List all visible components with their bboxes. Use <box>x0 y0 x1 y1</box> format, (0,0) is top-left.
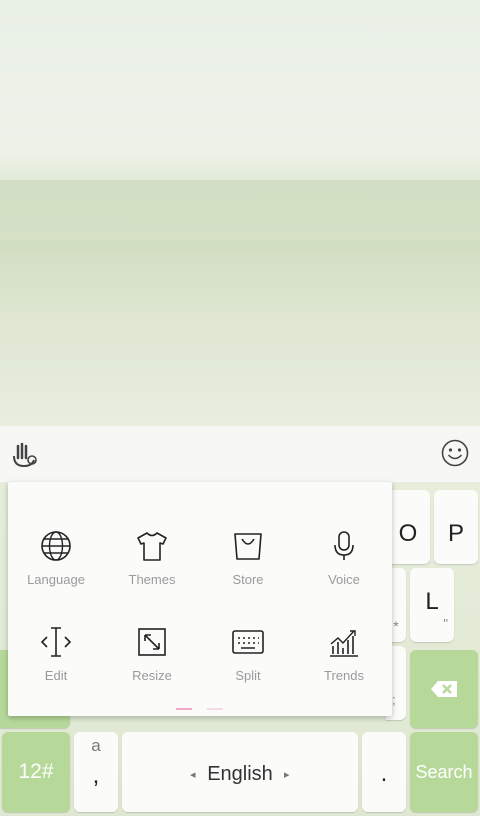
globe-icon <box>41 531 71 561</box>
page-dot-active <box>176 708 192 710</box>
menu-item-themes[interactable]: Themes <box>104 530 200 587</box>
menu-item-resize[interactable]: Resize <box>104 626 200 683</box>
menu-item-split[interactable]: Split <box>200 626 296 683</box>
key-o[interactable]: O <box>386 490 430 564</box>
key-label: L <box>425 588 439 615</box>
key-label: , <box>92 762 100 789</box>
keyboard-toolbar <box>0 426 480 482</box>
page-dot <box>207 708 223 710</box>
symbols-key[interactable]: 12# <box>2 732 70 812</box>
trends-icon <box>330 630 358 657</box>
menu-item-language[interactable]: Language <box>8 530 104 587</box>
menu-item-label: Voice <box>328 572 360 587</box>
tshirt-icon <box>137 532 167 561</box>
menu-item-label: Themes <box>128 572 176 587</box>
menu-item-label: Edit <box>44 668 68 683</box>
chevron-right-icon: ▸ <box>284 769 290 781</box>
backspace-icon <box>431 681 457 697</box>
toolbar-menu-panel: Language Themes Store Voice Edit Resize … <box>8 482 392 716</box>
menu-item-label: Language <box>27 572 85 587</box>
text-cursor-icon <box>40 627 72 657</box>
key-label: Search <box>415 762 473 782</box>
key-hint: " <box>443 616 448 631</box>
key-label: 12# <box>18 760 54 783</box>
key-hint: ; <box>392 692 396 707</box>
key-hint: a <box>91 736 101 755</box>
comma-key[interactable]: a , <box>74 732 118 812</box>
menu-item-edit[interactable]: Edit <box>8 626 104 683</box>
period-key[interactable]: . <box>362 732 406 812</box>
key-label: English <box>207 763 273 785</box>
resize-icon <box>138 628 166 656</box>
menu-item-label: Trends <box>324 668 364 683</box>
menu-item-trends[interactable]: Trends <box>296 626 392 683</box>
menu-item-label: Resize <box>132 668 172 683</box>
backspace-key[interactable] <box>410 650 478 728</box>
menu-item-voice[interactable]: Voice <box>296 530 392 587</box>
menu-item-label: Split <box>235 668 261 683</box>
smiley-icon[interactable] <box>440 438 470 468</box>
key-p[interactable]: P <box>434 490 478 564</box>
wallpaper-hills <box>0 180 480 240</box>
key-label: . <box>380 760 388 787</box>
menu-item-label: Store <box>232 572 264 587</box>
key-label: O <box>398 520 418 547</box>
keyboard-icon <box>232 630 264 654</box>
shopping-bag-icon <box>234 533 262 560</box>
key-l[interactable]: L " <box>410 568 454 642</box>
touchpal-logo-icon[interactable] <box>8 438 40 470</box>
key-label: P <box>447 520 464 547</box>
menu-item-store[interactable]: Store <box>200 530 296 587</box>
search-key[interactable]: Search <box>410 732 478 812</box>
microphone-icon <box>334 531 354 560</box>
space-key[interactable]: ◂ English ▸ <box>122 732 358 812</box>
